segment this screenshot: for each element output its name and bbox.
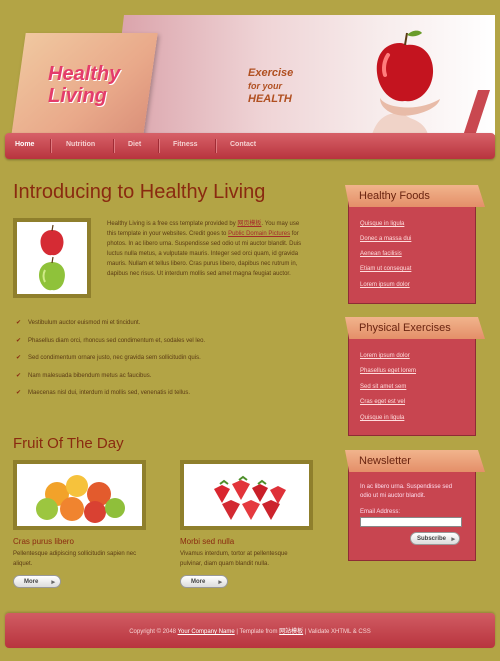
more-button-2[interactable]: More (180, 575, 228, 589)
main-navigation: Home Nutrition Diet Fitness Contact (5, 133, 495, 159)
intro-image (13, 218, 91, 298)
healthy-foods-heading: Healthy Foods (345, 185, 485, 207)
list-item: Maecenas nisl dui, interdum id mollis se… (16, 389, 205, 408)
healthy-foods-link[interactable]: Etiam ut consequat (360, 266, 411, 272)
exercise-link[interactable]: Sed sit amet sem (360, 384, 406, 390)
logo-line1: Healthy (48, 63, 121, 85)
fruit-title-1: Cras purus libero (13, 537, 74, 546)
nav-separator (50, 139, 52, 153)
fruit-section-title: Fruit Of The Day (13, 435, 124, 452)
credit-link[interactable]: 网页模板 (237, 221, 261, 227)
fruit-text-1: Pellentesque adipiscing sollicitudin sap… (13, 551, 137, 567)
footer: Copyright © 2048 Your Company Name | Tem… (5, 613, 495, 648)
site-logo[interactable]: Healthy Living (48, 63, 120, 107)
validate-text: | Validate XHTML & CSS (303, 629, 371, 635)
template-from-text: | Template from (234, 629, 280, 635)
nav-diet[interactable]: Diet (128, 141, 141, 148)
nav-separator (215, 139, 217, 153)
exercise-link[interactable]: Lorem ipsum dolor (360, 353, 410, 359)
nav-contact[interactable]: Contact (230, 141, 256, 148)
footer-text: Copyright © 2048 Your Company Name | Tem… (5, 626, 495, 635)
copyright-text: Copyright © 2048 (129, 629, 176, 635)
fruit-image-strawberries (180, 460, 313, 530)
tagline-line1: Exercise (248, 67, 294, 79)
apple-in-hand-image (370, 30, 440, 143)
healthy-foods-link[interactable]: Aenean facilisis (360, 251, 402, 257)
newsletter-text: In ac libero urna. Suspendisse sed odio … (360, 484, 453, 499)
list-item: Nam malesuada bibendum metus ac faucibus… (16, 372, 205, 391)
mixed-fruit-icon (36, 475, 125, 523)
intro-text-part1: Healthy Living is a free css template pr… (107, 221, 238, 227)
physical-exercises-heading: Physical Exercises (345, 317, 485, 339)
fruit-text-2: Vivamus interdum, tortor at pellentesque… (180, 551, 288, 567)
header: Healthy Living Exercise for your HEALTH (10, 15, 495, 145)
nav-nutrition[interactable]: Nutrition (66, 141, 95, 148)
nav-separator (158, 139, 160, 153)
more-button-1[interactable]: More (13, 575, 61, 589)
email-field[interactable] (360, 517, 462, 527)
healthy-foods-link[interactable]: Lorem ipsum dolor (360, 282, 410, 288)
nav-fitness[interactable]: Fitness (173, 141, 198, 148)
nav-home[interactable]: Home (15, 141, 34, 148)
list-item: Phasellus diam orci, rhoncus sed condime… (16, 337, 205, 356)
tagline-line2: for your (248, 81, 283, 91)
intro-text-part3: for photos. In ac libero urna. Suspendis… (107, 231, 302, 277)
logo-line2: Living (48, 85, 107, 107)
list-item: Vestibulum auctor euismod mi et tincidun… (16, 319, 205, 338)
apples-icon (39, 224, 65, 291)
list-item: Sed condimentum ornare justo, nec gravid… (16, 354, 205, 373)
exercise-link[interactable]: Cras eget est vel (360, 399, 405, 405)
feature-list: Vestibulum auctor euismod mi et tincidun… (16, 319, 205, 408)
page-title: Introducing to Healthy Living (13, 181, 266, 203)
fruit-image-mixed (13, 460, 146, 530)
healthy-foods-link[interactable]: Donec a massa dui (360, 236, 411, 242)
template-link[interactable]: 网站模板 (279, 629, 303, 635)
newsletter-heading: Newsletter (345, 450, 485, 472)
company-link[interactable]: Your Company Name (178, 629, 235, 635)
exercise-link[interactable]: Quisque in ligula (360, 415, 404, 421)
strawberries-icon (214, 475, 286, 520)
intro-paragraph: Healthy Living is a free css template pr… (107, 219, 307, 279)
healthy-foods-link[interactable]: Quisque in ligula (360, 221, 404, 227)
subscribe-button[interactable]: Subscribe (410, 532, 460, 546)
tagline-line3: HEALTH (248, 93, 292, 105)
fruit-title-2: Morbi sed nulla (180, 537, 235, 546)
nav-separator (113, 139, 115, 153)
exercise-link[interactable]: Phasellus eget lorem (360, 368, 416, 374)
email-label: Email Address: (360, 509, 401, 515)
public-domain-link[interactable]: Public Domain Pictures (228, 231, 290, 237)
tagline: Exercise for your HEALTH (248, 67, 293, 106)
